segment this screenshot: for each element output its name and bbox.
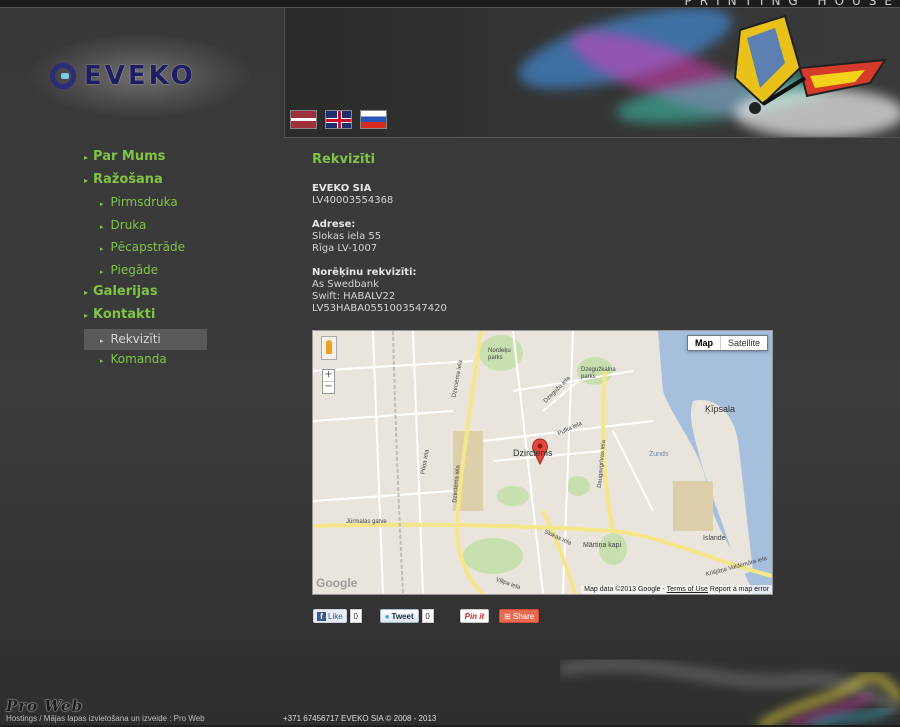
twitter-icon: ● <box>384 611 390 621</box>
bullet-icon: ▸ <box>100 357 104 365</box>
address-block: Adrese: Slokas iela 55 Rīga LV-1007 <box>312 219 782 255</box>
nav-sub-komanda[interactable]: ▸ Komanda <box>84 350 244 373</box>
bullet-icon: ▸ <box>84 310 89 320</box>
flag-latvia-icon[interactable] <box>290 110 317 129</box>
nav-label: Ražošana <box>93 171 163 187</box>
nav-label: Druka <box>110 217 147 232</box>
bullet-icon: ▸ <box>84 288 89 297</box>
flag-uk-icon[interactable] <box>325 110 352 129</box>
like-count: 0 <box>349 609 362 623</box>
map-road-label: Jūrmalas gatve <box>346 519 387 525</box>
nav-sub-rekviziti[interactable]: ▸ Rekvizīti <box>84 329 207 350</box>
share-label: Share <box>512 611 535 621</box>
pinterest-button[interactable]: Pin it <box>459 609 490 623</box>
bank-name: As Swedbank <box>312 279 379 290</box>
nav-label: Komanda <box>110 352 167 366</box>
address-line2: Rīga LV-1007 <box>312 243 378 254</box>
facebook-icon: f <box>317 611 326 621</box>
map-label-daugava: Zunds <box>649 451 669 458</box>
map-label-islande: Islande <box>703 535 726 542</box>
share-icon: ⊞ <box>504 611 511 621</box>
logo-icon <box>50 63 76 89</box>
nav-sub-piegade[interactable]: ▸ Piegāde <box>84 261 244 284</box>
zoom-out-button[interactable]: − <box>323 381 334 393</box>
terms-link[interactable]: Terms of Use <box>667 586 708 593</box>
map-label-kipsala: Ķīpsala <box>705 404 736 414</box>
nav-label: Galerijas <box>93 284 158 299</box>
bullet-icon: ▸ <box>100 245 104 253</box>
logo-text: EVEKO <box>84 61 196 91</box>
nav-label: Piegāde <box>110 262 159 277</box>
zoom-in-button[interactable]: + <box>323 370 334 381</box>
tweet-count: 0 <box>421 609 434 623</box>
map-label-park2: Dzegužkalna parks <box>581 367 616 380</box>
map-canvas[interactable] <box>313 331 772 594</box>
bank-block: Norēķinu rekvizīti: As Swedbank Swift: H… <box>312 267 782 315</box>
zoom-control: + − <box>322 369 335 394</box>
share-bar: f Like 0 ● Tweet 0 Pin it ⊞ Share <box>313 608 540 624</box>
page: PRINTING HOUSE EVEKO ▸ Par Mums ▸ Ražošana… <box>0 0 900 727</box>
map-label-martina: Mārtiņa kapi <box>583 542 622 549</box>
address-line1: Slokas iela 55 <box>312 231 382 242</box>
nav-label: Rekvizīti <box>110 332 161 346</box>
bullet-icon: ▸ <box>100 337 104 345</box>
map-type-map-button[interactable]: Map <box>687 336 720 350</box>
sidebar-nav: ▸ Par Mums ▸ Ražošana ▸ Pirmsdruka ▸ Druka ▸… <box>84 148 244 373</box>
map-attribution: Map data ©2013 Google - Terms of Use Rep… <box>581 585 772 594</box>
nav-item-kontakti[interactable]: ▸ Kontakti <box>84 306 244 329</box>
language-selector <box>290 110 387 129</box>
proweb-logo[interactable]: Pro Web <box>6 697 83 715</box>
flag-russia-icon[interactable] <box>360 110 387 129</box>
tweet-label: Tweet <box>391 611 414 621</box>
proweb-subtitle: Hostings / Mājas lapas izvietošana un iz… <box>6 714 205 723</box>
bullet-icon: ▸ <box>100 267 104 276</box>
map-marker-label: Dzirciems <box>513 448 553 458</box>
report-link[interactable]: Report a map error <box>710 586 769 593</box>
tagline: PRINTING HOUSE <box>684 0 900 8</box>
nav-label: Par Mums <box>93 149 166 164</box>
nav-label: Kontakti <box>93 306 156 322</box>
tweet-button[interactable]: ● Tweet <box>379 609 419 623</box>
bank-account: LV53HABA0551003547420 <box>312 303 447 314</box>
like-label: Like <box>328 611 343 621</box>
bank-label: Norēķinu rekvizīti: <box>312 267 417 278</box>
nav-item-galerijas[interactable]: ▸ Galerijas <box>84 283 244 306</box>
company-reg: LV40003554368 <box>312 195 394 206</box>
nav-sub-druka[interactable]: ▸ Druka <box>84 216 244 239</box>
nav-label: Pēcapstrāde <box>110 240 185 254</box>
google-map[interactable]: Nordeķu parks Dzegužkalna parks Ķīpsala … <box>312 330 773 595</box>
nav-item-par-mums[interactable]: ▸ Par Mums <box>84 148 244 171</box>
nav-sub-pecapstrade[interactable]: ▸ Pēcapstrāde <box>84 238 244 261</box>
footer-decoration <box>560 657 900 727</box>
share-button[interactable]: ⊞ Share <box>499 609 540 623</box>
map-label-park1: Nordeķu parks <box>488 348 511 361</box>
bullet-icon: ▸ <box>84 175 89 185</box>
map-type-control: Map Satellite <box>686 335 768 351</box>
map-type-satellite-button[interactable]: Satellite <box>719 336 767 350</box>
company-block: EVEKO SIA LV40003554368 <box>312 183 782 207</box>
facebook-like-button[interactable]: f Like <box>313 609 347 623</box>
address-label: Adrese: <box>312 219 356 230</box>
logo[interactable]: EVEKO <box>50 58 228 94</box>
google-logo[interactable]: Google <box>316 576 357 590</box>
page-title: Rekvizīti <box>312 152 376 167</box>
street-view-pegman-icon[interactable] <box>321 336 337 360</box>
company-name: EVEKO SIA <box>312 183 372 194</box>
bullet-icon: ▸ <box>100 222 104 231</box>
bullet-icon: ▸ <box>100 200 104 208</box>
bullet-icon: ▸ <box>84 153 89 162</box>
nav-sub-pirmsdruka[interactable]: ▸ Pirmsdruka <box>84 193 244 216</box>
copyright-text: +371 67456717 EVEKO SIA © 2008 - 2013 <box>283 714 437 723</box>
nav-label: Pirmsdruka <box>110 195 178 209</box>
bank-swift: Swift: HABALV22 <box>312 291 396 302</box>
map-data-text: Map data ©2013 Google <box>584 586 661 593</box>
nav-item-razosana[interactable]: ▸ Ražošana <box>84 171 244 194</box>
main-content: Rekvizīti EVEKO SIA LV40003554368 Adrese… <box>312 152 782 327</box>
